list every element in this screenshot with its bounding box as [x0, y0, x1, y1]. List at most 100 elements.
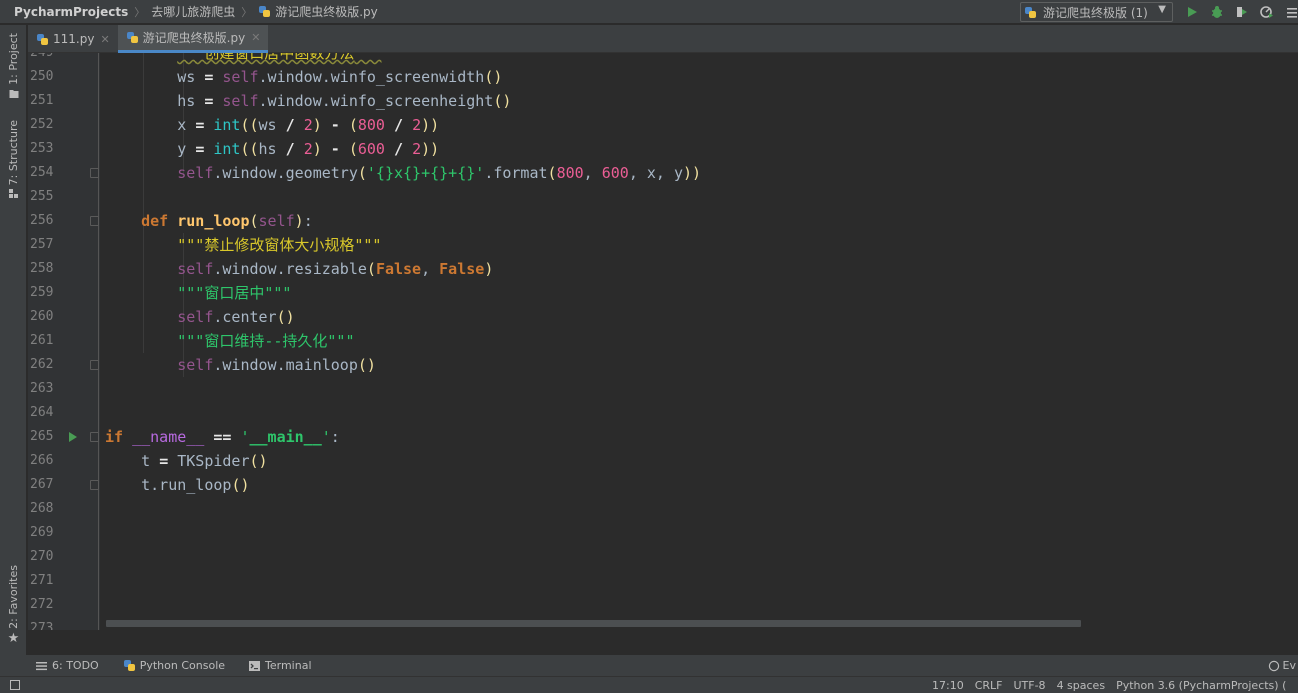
fold-marker-icon[interactable]: [90, 432, 99, 442]
line-number: 263: [30, 381, 54, 396]
folder-icon: [9, 89, 18, 98]
close-icon[interactable]: ✕: [251, 31, 260, 44]
horizontal-scrollbar[interactable]: [106, 620, 1081, 627]
line-number: 261: [30, 333, 54, 348]
project-tab-label: 1: Project: [7, 33, 20, 85]
breadcrumb-file[interactable]: 游记爬虫终极版.py: [254, 0, 382, 24]
event-log-tool-button[interactable]: Ev: [1268, 655, 1298, 676]
event-log-label: Ev: [1282, 659, 1296, 672]
project-tool-window-tab[interactable]: 1: Project: [0, 33, 27, 99]
line-number: 251: [30, 93, 54, 108]
structure-menu-icon[interactable]: [1283, 3, 1298, 21]
code-line-257: """禁止修改窗体大小规格""": [177, 236, 382, 254]
code-line-253: y = int((hs / 2) - (600 / 2)): [105, 140, 440, 158]
indentation[interactable]: 4 spaces: [1057, 679, 1106, 692]
line-number: 268: [30, 501, 54, 516]
line-number: 272: [30, 597, 54, 612]
code-line-259: """窗口居中""": [177, 284, 292, 302]
line-number: 269: [30, 525, 54, 540]
python-file-icon: [258, 5, 271, 18]
code-line-266: t = TKSpider(): [105, 452, 268, 470]
run-icon[interactable]: [1183, 3, 1201, 21]
fold-marker-icon[interactable]: [90, 168, 99, 178]
structure-tab-label: 7: Structure: [7, 120, 20, 186]
line-number: 267: [30, 477, 54, 492]
left-tool-strip: 1: Project 7: Structure 2: Favorites ★: [0, 25, 27, 655]
run-configuration-dropdown[interactable]: 游记爬虫终极版 (1) ▼: [1020, 2, 1173, 22]
line-number: 256: [30, 213, 54, 228]
line-number: 252: [30, 117, 54, 132]
tab-label: 111.py: [53, 32, 95, 46]
profile-icon[interactable]: [1258, 3, 1276, 21]
code-line-254: self.window.geometry('{}x{}+{}+{}'.forma…: [177, 164, 702, 182]
run-configuration-label: 游记爬虫终极版 (1): [1043, 5, 1148, 20]
tab-111-py[interactable]: 111.py ✕: [28, 25, 118, 53]
breadcrumb-folder[interactable]: 去哪儿旅游爬虫: [147, 0, 239, 24]
line-number: 260: [30, 309, 54, 324]
line-number: 258: [30, 261, 54, 276]
code-editor[interactable]: 249 250 251 252 253 254 255 256 257 258 …: [28, 53, 1298, 630]
python-file-icon: [36, 33, 49, 46]
tab-label: 游记爬虫终极版.py: [142, 31, 246, 45]
docstring-text: 禁止修改窗体大小规格: [204, 236, 355, 254]
status-bar: 17:10 CRLF UTF-8 4 spaces Python 3.6 (Py…: [0, 676, 1298, 693]
line-number: 271: [30, 573, 54, 588]
fold-marker-icon[interactable]: [90, 360, 99, 370]
structure-tool-window-tab[interactable]: 7: Structure: [0, 120, 27, 199]
docstring-text: 窗口居中: [204, 284, 265, 302]
terminal-label: Terminal: [265, 659, 312, 672]
code-line-260: self.center(): [177, 308, 295, 326]
chevron-down-icon: ▼: [1158, 4, 1166, 15]
python-file-icon: [126, 31, 139, 44]
caret-position[interactable]: 17:10: [932, 679, 964, 692]
fold-marker-icon[interactable]: [90, 480, 99, 490]
python-config-icon: [1025, 6, 1037, 18]
python-console-tool-button[interactable]: Python Console: [123, 659, 225, 672]
terminal-tool-button[interactable]: Terminal: [249, 659, 312, 672]
file-encoding[interactable]: UTF-8: [1013, 679, 1045, 692]
run-gutter-icon[interactable]: [69, 432, 77, 442]
comment-text: 创建窗口居中函数方法: [204, 53, 355, 62]
code-line-261: """窗口维持--持久化""": [177, 332, 355, 350]
line-number: 262: [30, 357, 54, 372]
todo-label: 6: TODO: [52, 659, 99, 672]
code-line-252: x = int((ws / 2) - (800 / 2)): [105, 116, 440, 134]
todo-tool-button[interactable]: 6: TODO: [36, 659, 99, 672]
breadcrumb-file-label: 游记爬虫终极版.py: [275, 5, 378, 19]
gutter-separator: [98, 53, 99, 630]
line-number: 254: [30, 165, 54, 180]
fold-marker-icon[interactable]: [90, 216, 99, 226]
list-icon: [36, 661, 47, 670]
debug-icon[interactable]: [1208, 3, 1226, 21]
line-separator[interactable]: CRLF: [975, 679, 1003, 692]
run-with-coverage-icon[interactable]: [1232, 3, 1250, 21]
line-number: 250: [30, 69, 54, 84]
python-interpreter[interactable]: Python 3.6 (PycharmProjects) (: [1116, 679, 1286, 692]
breadcrumb-project[interactable]: PycharmProjects: [0, 0, 132, 24]
favorites-tool-window-tab[interactable]: 2: Favorites ★: [0, 565, 27, 646]
line-number: 257: [30, 237, 54, 252]
breadcrumb-separator: 〉: [134, 5, 146, 19]
line-number: 265: [30, 429, 54, 444]
star-icon: ★: [7, 630, 20, 646]
navigation-bar: PycharmProjects 〉 去哪儿旅游爬虫 〉 游记爬虫终极版.py 游…: [0, 0, 1298, 24]
code-line-262: self.window.mainloop(): [177, 356, 376, 374]
code-line-249: """创建窗口居中函数方法""": [105, 53, 381, 65]
tool-window-toggle-icon[interactable]: [10, 680, 20, 690]
bottom-tool-bar: 6: TODO Python Console Terminal Ev: [0, 655, 1298, 676]
close-icon[interactable]: ✕: [100, 33, 109, 46]
code-line-250: ws = self.window.winfo_screenwidth(): [105, 68, 503, 86]
code-line-265: if __name__ == '__main__':: [105, 428, 340, 446]
line-number: 259: [30, 285, 54, 300]
code-line-267: t.run_loop(): [105, 476, 250, 494]
line-number: 264: [30, 405, 54, 420]
line-number: 249: [28, 53, 86, 65]
line-number: 253: [30, 141, 54, 156]
status-bar-info: 17:10 CRLF UTF-8 4 spaces Python 3.6 (Py…: [932, 677, 1297, 693]
structure-icon: [8, 189, 18, 199]
favorites-tab-label: 2: Favorites: [7, 565, 20, 629]
event-log-icon: [1268, 660, 1279, 671]
tab-active-file[interactable]: 游记爬虫终极版.py ✕: [117, 25, 269, 53]
code-line-256: def run_loop(self):: [141, 212, 313, 230]
breadcrumb-separator: 〉: [241, 5, 253, 19]
